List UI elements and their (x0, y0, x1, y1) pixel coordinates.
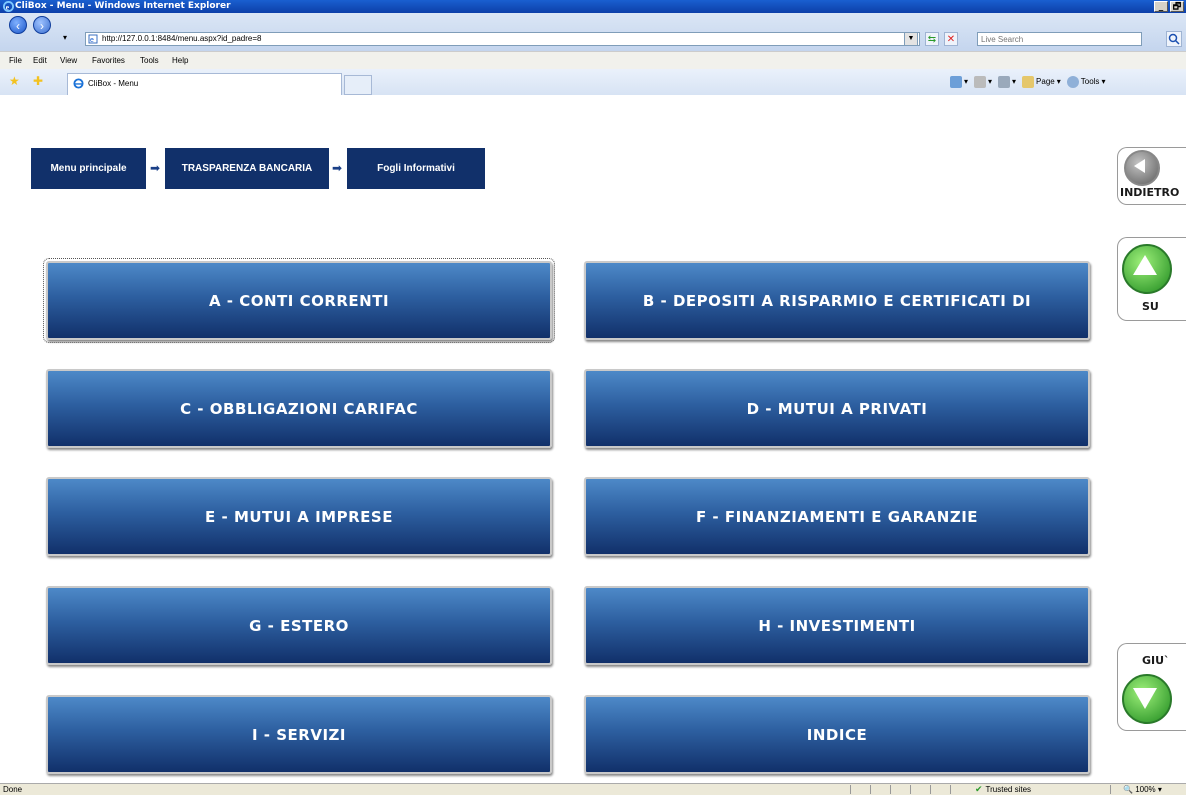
breadcrumb-arrow-icon: ➡ (332, 161, 343, 175)
status-text: Done (3, 785, 23, 794)
window-title: CliBox - Menu - Windows Internet Explore… (15, 1, 231, 11)
svg-text:e: e (90, 37, 94, 44)
svg-text:e: e (6, 2, 10, 11)
feeds-icon (974, 76, 987, 88)
history-dropdown-icon[interactable]: ▾ (63, 33, 67, 42)
security-zone[interactable]: ✔ Trusted sites (975, 784, 1031, 795)
menu-button-servizi[interactable]: I - SERVIZI (46, 695, 552, 774)
page-icon: e (88, 34, 98, 44)
internet-explorer-icon: e (3, 1, 14, 12)
search-field[interactable] (977, 32, 1142, 46)
favorites-star-icon[interactable]: ★ (9, 75, 20, 87)
breadcrumb-arrow-icon: ➡ (150, 161, 161, 175)
new-tab-button[interactable] (344, 75, 372, 95)
feeds-button[interactable]: ▾ (974, 69, 992, 95)
up-arrow-icon (1122, 244, 1172, 294)
status-divider (850, 785, 851, 794)
search-icon[interactable] (1166, 31, 1182, 47)
status-divider (930, 785, 931, 794)
status-bar: Done ✔ Trusted sites 🔍 100% ▾ (0, 783, 1186, 795)
minimize-button[interactable]: _ (1154, 1, 1168, 12)
back-button[interactable]: INDIETRO (1117, 147, 1186, 205)
scroll-up-button[interactable]: SU (1117, 237, 1186, 321)
home-button[interactable]: ▾ (950, 69, 968, 95)
gear-icon (1066, 76, 1079, 88)
menu-button-obbligazioni[interactable]: C - OBBLIGAZIONI CARIFAC (46, 369, 552, 448)
tools-menu-button[interactable]: Tools ▾ (1066, 69, 1105, 95)
stop-icon[interactable]: ✕ (944, 32, 958, 46)
status-divider (870, 785, 871, 794)
breadcrumb-menu-principale[interactable]: Menu principale (31, 148, 146, 189)
internet-explorer-icon (73, 78, 84, 89)
status-divider (1110, 785, 1111, 794)
status-divider (910, 785, 911, 794)
menu-button-conti-correnti[interactable]: A - CONTI CORRENTI (43, 258, 555, 343)
menu-favorites[interactable]: Favorites (92, 52, 125, 70)
down-arrow-icon (1122, 674, 1172, 724)
restore-button[interactable]: 🗗 (1170, 1, 1184, 12)
home-icon (950, 76, 962, 88)
add-favorites-icon[interactable]: ✚ (33, 75, 43, 87)
menu-button-depositi[interactable]: B - DEPOSITI A RISPARMIO E CERTIFICATI D… (584, 261, 1090, 340)
print-icon (998, 76, 1011, 88)
command-bar: ▾ ▾ ▾ Page ▾ Tools ▾ (950, 69, 1105, 95)
menu-button-investimenti[interactable]: H - INVESTIMENTI (584, 586, 1090, 665)
back-label: INDIETRO (1120, 186, 1180, 199)
page-menu-button[interactable]: Page ▾ (1022, 69, 1061, 95)
tab-clibox-menu[interactable]: CliBox - Menu (67, 73, 342, 95)
tab-label: CliBox - Menu (88, 79, 139, 88)
search-input[interactable] (978, 33, 1141, 46)
scroll-down-button[interactable]: GIU` (1117, 643, 1186, 731)
menu-button-mutui-imprese[interactable]: E - MUTUI A IMPRESE (46, 477, 552, 556)
breadcrumb-fogli-informativi[interactable]: Fogli Informativi (347, 148, 485, 189)
menu-help[interactable]: Help (172, 52, 188, 70)
address-field[interactable]: e http://127.0.0.1:8484/menu.aspx?id_pad… (85, 32, 920, 46)
menu-button-mutui-privati[interactable]: D - MUTUI A PRIVATI (584, 369, 1090, 448)
menu-view[interactable]: View (60, 52, 77, 70)
security-zone-label: Trusted sites (985, 785, 1032, 794)
back-arrow-icon (1124, 150, 1160, 186)
zoom-icon: 🔍 (1123, 785, 1133, 794)
menu-file[interactable]: File (9, 52, 22, 70)
menu-bar: File Edit View Favorites Tools Help (0, 51, 1186, 70)
menu-tools[interactable]: Tools (140, 52, 159, 70)
forward-nav-icon[interactable]: › (33, 16, 51, 34)
zoom-level[interactable]: 🔍 100% ▾ (1123, 784, 1162, 795)
menu-edit[interactable]: Edit (33, 52, 47, 70)
print-button[interactable]: ▾ (998, 69, 1016, 95)
status-divider (890, 785, 891, 794)
zoom-level-text: 100% (1135, 785, 1156, 794)
page-icon (1022, 76, 1035, 88)
status-divider (950, 785, 951, 794)
checkmark-icon: ✔ (975, 784, 983, 794)
address-dropdown-icon[interactable]: ▼ (904, 32, 918, 46)
up-label: SU (1142, 300, 1159, 313)
menu-button-indice[interactable]: INDICE (584, 695, 1090, 774)
page-content: Menu principale ➡ TRASPARENZA BANCARIA ➡… (0, 95, 1186, 783)
back-nav-icon[interactable]: ‹ (9, 16, 27, 34)
window-title-bar: e CliBox - Menu - Windows Internet Explo… (0, 0, 1186, 13)
breadcrumb-trasparenza-bancaria[interactable]: TRASPARENZA BANCARIA (165, 148, 329, 189)
url-text: http://127.0.0.1:8484/menu.aspx?id_padre… (102, 34, 262, 43)
down-label: GIU` (1142, 654, 1170, 667)
tools-menu-label: Tools (1080, 77, 1100, 86)
menu-button-estero[interactable]: G - ESTERO (46, 586, 552, 665)
page-menu-label: Page (1036, 77, 1055, 86)
refresh-icon[interactable]: ⇆ (925, 32, 939, 46)
menu-button-finanziamenti[interactable]: F - FINANZIAMENTI E GARANZIE (584, 477, 1090, 556)
